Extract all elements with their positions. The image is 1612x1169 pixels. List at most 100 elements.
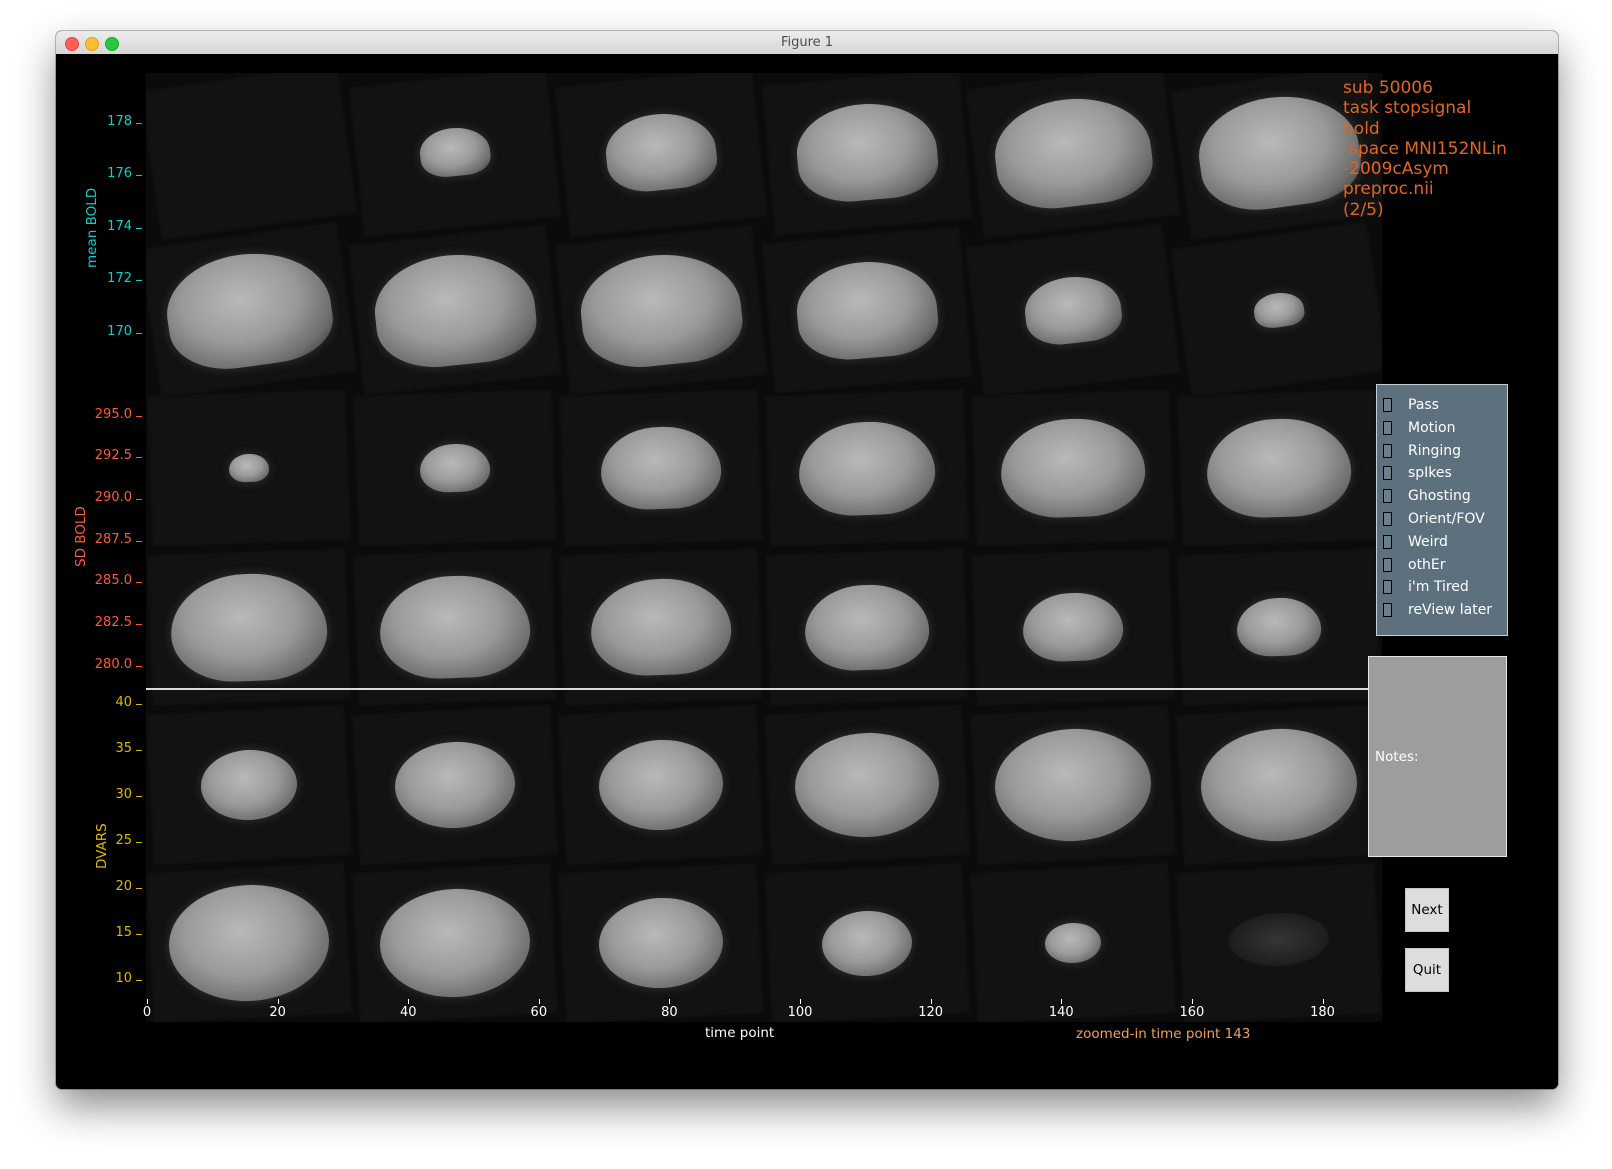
checkbox-square-icon[interactable] [1383, 466, 1392, 481]
x-axis-label: time point [705, 1025, 775, 1041]
brain-slice-tile [969, 861, 1177, 1022]
x-tick-mark [1191, 999, 1193, 1004]
brain-slice-tile [352, 388, 558, 549]
x-tick-mark [1061, 999, 1063, 1004]
notes-textbox[interactable]: Notes: [1368, 656, 1507, 857]
brain-slice-image [992, 724, 1154, 846]
x-tick-mark [800, 999, 802, 1004]
brain-slice-tile [1175, 703, 1382, 867]
brain-slice-tile [764, 388, 970, 549]
checkbox-motion[interactable]: Motion [1383, 418, 1455, 438]
sd-bold-tick-mark [136, 541, 142, 542]
x-tick-mark [1322, 999, 1324, 1004]
sd-bold-tick-mark [136, 416, 142, 417]
figure-canvas: mean BOLD 178 176 174 172 170 SD BOLD 295.0 2… [56, 54, 1558, 1089]
x-tick-label: 160 [1179, 1005, 1205, 1020]
brain-slice-tile [553, 224, 769, 397]
dvars-tick-mark [136, 934, 142, 935]
sd-bold-tick-label: 292.5 [94, 448, 132, 463]
mean-bold-tick-mark [136, 228, 142, 229]
brain-slice-tile [1169, 221, 1382, 400]
checkbox-square-icon[interactable] [1383, 534, 1392, 549]
checkbox-square-icon[interactable] [1383, 443, 1392, 458]
brain-slice-image [1192, 86, 1366, 218]
dvars-tick-mark [136, 842, 142, 843]
file-info-text: sub 50006 task stopsignal bold -space MNI15… [1343, 78, 1507, 220]
mean-bold-tick-mark [136, 280, 142, 281]
checkbox-square-icon[interactable] [1383, 557, 1392, 572]
brain-slice-tile [557, 861, 765, 1022]
mean-bold-tick-mark [136, 333, 142, 334]
brain-slice-tile [347, 73, 563, 239]
brain-slice-image [596, 736, 726, 833]
brain-slice-image [377, 885, 533, 1002]
dvars-tick-mark [136, 750, 142, 751]
checkbox-weird[interactable]: Weird [1383, 532, 1448, 552]
carpet-divider-line [146, 688, 1382, 690]
checkbox-square-icon[interactable] [1383, 489, 1392, 504]
checkbox-spikes[interactable]: spIkes [1383, 463, 1452, 483]
checkbox-square-icon[interactable] [1383, 603, 1392, 618]
brain-slice-tile [558, 547, 764, 707]
sd-bold-tick-label: 290.0 [94, 490, 132, 505]
checkbox-i-m-tired[interactable]: i'm Tired [1383, 577, 1469, 597]
checkbox-label: Ringing [1408, 442, 1462, 459]
x-tick-label: 80 [661, 1005, 678, 1020]
file-info-line: -space MNI152NLin [1343, 138, 1507, 159]
brain-slice-image [820, 908, 914, 978]
brain-slice-tile [558, 388, 764, 549]
checkbox-orient-fov[interactable]: Orient/FOV [1383, 509, 1485, 529]
mean-bold-tick-label: 174 [107, 219, 132, 234]
x-tick-label: 60 [530, 1005, 548, 1020]
brain-slice-image [803, 582, 931, 672]
brain-slice-image [793, 256, 941, 365]
brain-slice-tile [763, 861, 971, 1022]
file-info-line: -2009cAsym [1343, 159, 1449, 180]
quit-button[interactable]: Quit [1405, 948, 1449, 992]
brain-slice-image [228, 454, 270, 483]
sd-bold-tick-mark [136, 624, 142, 625]
checkbox-ringing[interactable]: Ringing [1383, 441, 1461, 461]
x-tick-mark [147, 999, 148, 1004]
mean-bold-tick-label: 172 [107, 271, 132, 286]
mean-bold-tick-label: 178 [107, 114, 132, 129]
brain-slice-image [1227, 910, 1331, 969]
checkbox-review-later[interactable]: reView later [1383, 600, 1492, 620]
dvars-tick-label: 20 [115, 879, 132, 894]
brain-slice-tile [1176, 547, 1382, 707]
file-info-line: bold [1343, 118, 1380, 139]
checkbox-square-icon[interactable] [1383, 420, 1392, 435]
file-info-line: sub 50006 [1343, 78, 1433, 98]
brain-slice-tile [553, 73, 769, 239]
x-tick-mark [930, 999, 932, 1004]
x-tick-mark [408, 999, 410, 1004]
x-tick-label: 180 [1310, 1005, 1335, 1020]
checkbox-pass[interactable]: Pass [1383, 395, 1439, 415]
brain-slice-tile [146, 547, 352, 707]
dvars-tick-mark [136, 888, 142, 889]
figure-window: Figure 1 mean BOLD 178 176 174 172 170 SD BO… [56, 31, 1558, 1089]
zoomed-time-point-label: zoomed-in time point 143 [1076, 1026, 1251, 1042]
checkbox-square-icon[interactable] [1383, 398, 1392, 412]
sd-bold-tick-label: 295.0 [94, 407, 132, 422]
brain-slice-image [1251, 289, 1307, 331]
x-tick-label: 20 [269, 1005, 286, 1020]
dvars-tick-label: 40 [115, 695, 132, 710]
mean-bold-tick-label: 170 [107, 324, 132, 339]
brain-slice-image [1021, 590, 1125, 663]
checkbox-square-icon[interactable] [1383, 512, 1392, 526]
brain-slice-montage [146, 73, 1382, 1022]
sd-bold-tick-mark [136, 499, 142, 500]
checkbox-label: othEr [1408, 556, 1446, 573]
dvars-tick-label: 15 [115, 925, 132, 940]
brain-slice-image [419, 443, 491, 494]
sd-bold-tick-label: 282.5 [94, 615, 132, 630]
checkbox-ghosting[interactable]: Ghosting [1383, 486, 1471, 506]
rating-checkbox-panel: Pass Motion Ringing spIkes Ghosting Orient/FO… [1376, 384, 1508, 636]
next-button[interactable]: Next [1405, 888, 1449, 932]
mean-bold-tick-label: 176 [107, 166, 132, 181]
brain-slice-tile [557, 703, 765, 867]
checkbox-other[interactable]: othEr [1383, 555, 1446, 575]
checkbox-square-icon[interactable] [1383, 580, 1392, 595]
file-info-line: task stopsignal [1343, 98, 1472, 119]
